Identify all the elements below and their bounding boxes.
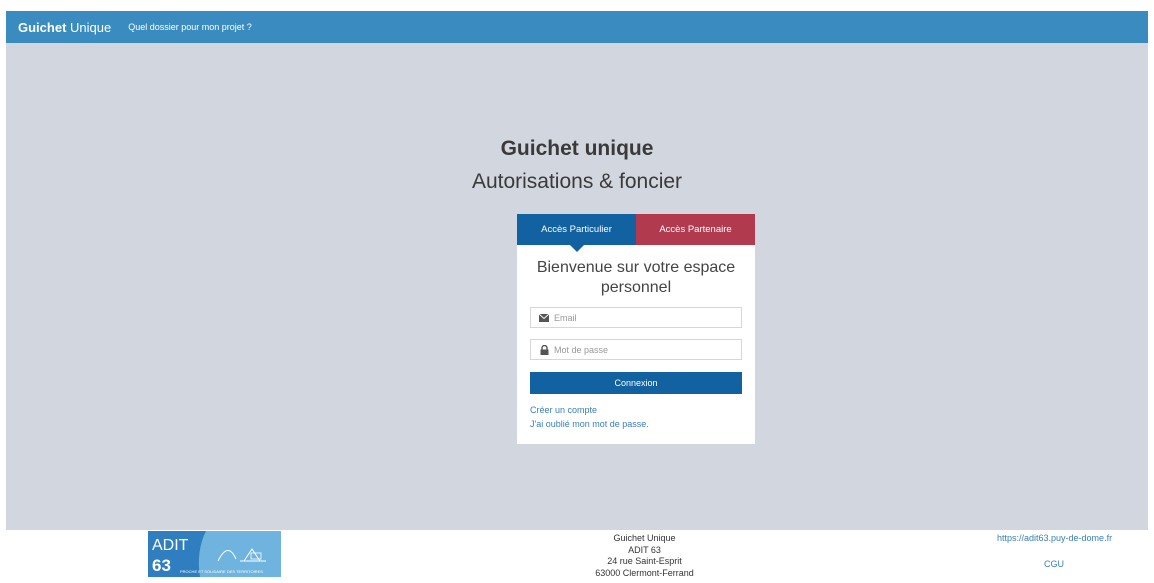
welcome-heading: Bienvenue sur votre espace personnel [536,259,736,296]
footer-line-2: ADIT 63 [628,544,661,555]
footer-line-4: 63000 Clermont-Ferrand [595,567,694,578]
lock-icon [539,344,549,355]
page-subtitle: Autorisations & foncier [471,170,683,193]
top-navbar: Guichet Unique Quel dossier pour mon pro… [6,11,1148,43]
page-title: Guichet unique [500,137,654,160]
footer-line-3: 24 rue Saint-Esprit [607,556,682,566]
create-account-link[interactable]: Créer un compte [530,405,597,415]
password-input[interactable] [554,344,734,355]
footer-address: Guichet Unique ADIT 63 24 rue Saint-Espr… [0,533,1154,579]
access-tabs: Accès Particulier Accès Partenaire [517,214,755,252]
tab-particulier[interactable]: Accès Particulier [517,214,636,252]
login-button[interactable]: Connexion [530,372,742,394]
login-card: Accès Particulier Accès Partenaire Bienv… [517,214,755,444]
tab-partenaire[interactable]: Accès Partenaire [636,214,755,245]
brand-logo[interactable]: Guichet Unique [18,20,111,35]
nav-link-project-file[interactable]: Quel dossier pour mon projet ? [128,22,252,32]
email-field[interactable] [530,307,742,328]
footer-line-1: Guichet Unique [613,533,676,543]
envelope-icon [539,313,549,323]
password-field[interactable] [530,339,742,360]
footer-website-link[interactable]: https://adit63.puy-de-dome.fr [997,533,1112,543]
footer-cgu-link[interactable]: CGU [1044,559,1064,569]
email-input[interactable] [554,312,734,323]
forgot-password-link[interactable]: J'ai oublié mon mot de passe. [530,419,649,429]
